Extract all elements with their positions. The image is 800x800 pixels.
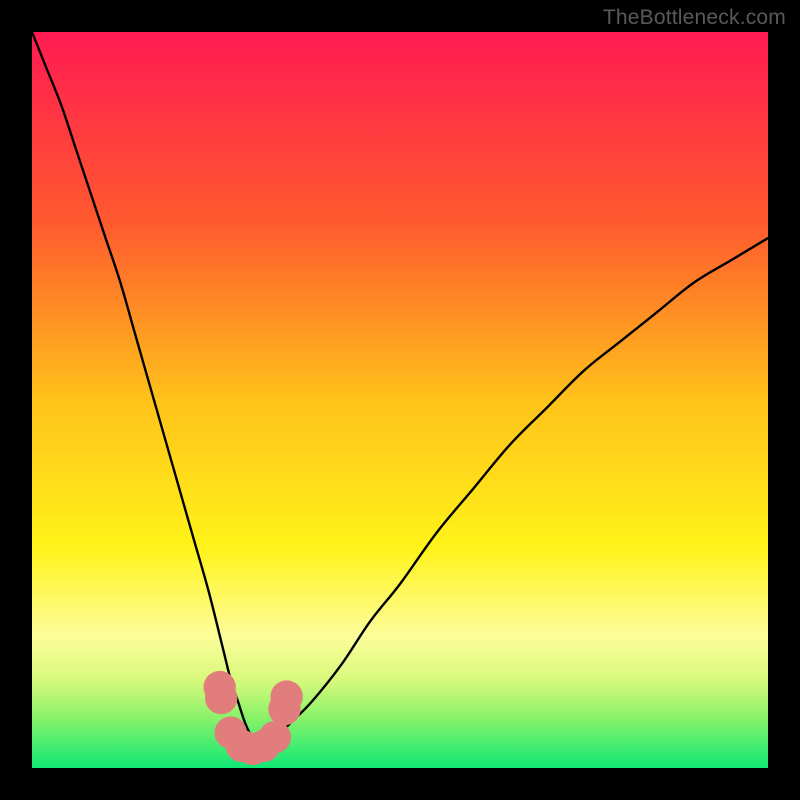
gradient-background: [32, 32, 768, 768]
highlight-dot: [205, 682, 237, 714]
chart-svg: [32, 32, 768, 768]
plot-area: [32, 32, 768, 768]
highlight-dot: [259, 721, 291, 753]
watermark-text: TheBottleneck.com: [603, 6, 786, 30]
outer-frame: TheBottleneck.com: [0, 0, 800, 800]
highlight-dot: [270, 680, 302, 712]
